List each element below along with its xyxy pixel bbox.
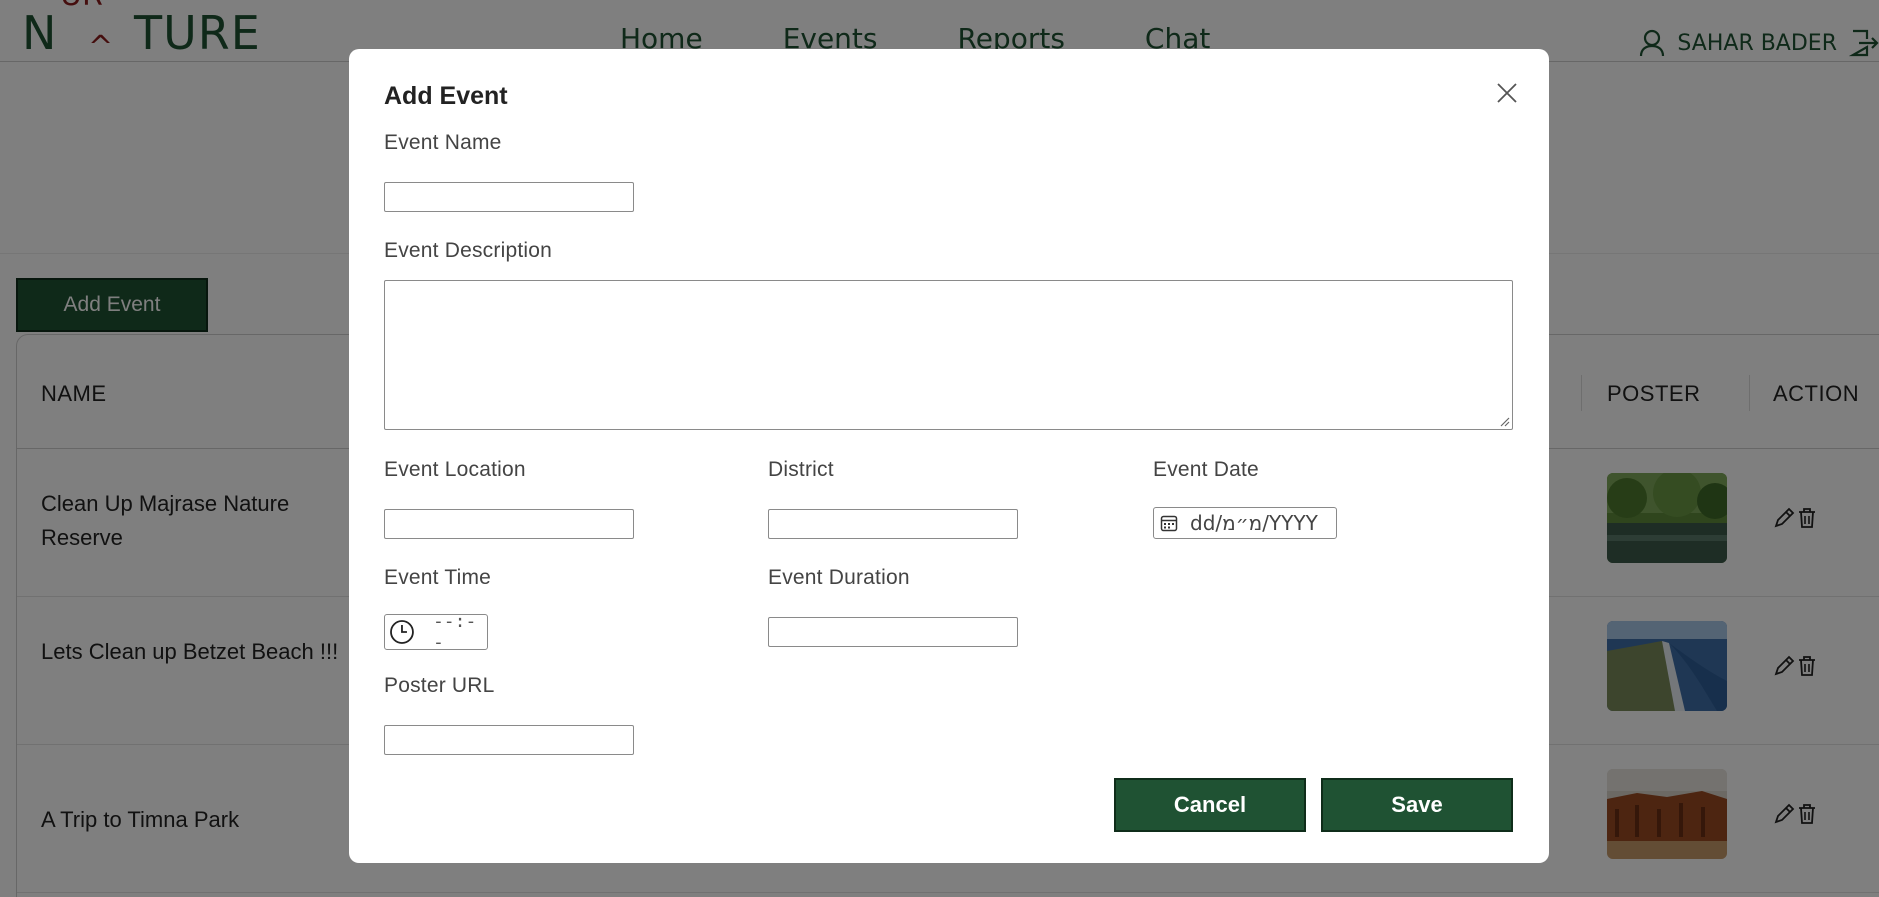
event-location-input[interactable] [384, 509, 634, 539]
clock-icon [390, 620, 414, 644]
close-button[interactable] [1492, 79, 1522, 109]
add-event-modal: Add Event Event Name Event Description E… [349, 49, 1549, 863]
event-description-label: Event Description [384, 239, 552, 262]
event-name-input[interactable] [384, 182, 634, 212]
date-placeholder: dd/מ״מ/YYYY [1190, 511, 1318, 535]
save-button[interactable]: Save [1321, 778, 1513, 832]
event-time-label: Event Time [384, 566, 492, 589]
event-name-label: Event Name [384, 131, 502, 154]
event-date-input[interactable]: dd/מ״מ/YYYY [1153, 507, 1337, 539]
event-duration-label: Event Duration [768, 566, 910, 589]
event-duration-input[interactable] [768, 617, 1018, 647]
event-time-input[interactable]: --:-- [384, 611, 488, 653]
event-description-textarea[interactable] [384, 280, 1513, 430]
cancel-button[interactable]: Cancel [1114, 778, 1306, 832]
calendar-icon [1160, 515, 1178, 532]
event-date-label: Event Date [1153, 458, 1259, 481]
event-location-label: Event Location [384, 458, 526, 481]
time-placeholder: --:-- [432, 611, 477, 653]
resize-grip-icon [1500, 417, 1510, 427]
district-label: District [768, 458, 834, 481]
district-input[interactable] [768, 509, 1018, 539]
modal-title: Add Event [384, 82, 508, 110]
close-icon [1497, 82, 1517, 103]
poster-url-label: Poster URL [384, 674, 495, 697]
poster-url-input[interactable] [384, 725, 634, 755]
